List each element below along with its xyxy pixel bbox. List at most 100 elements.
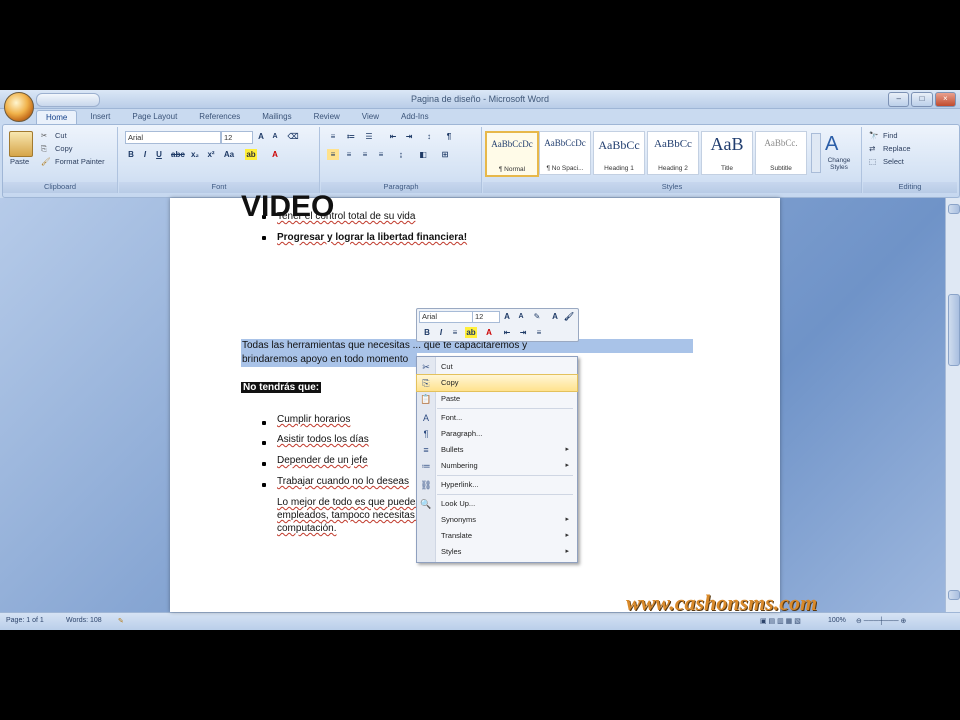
quick-access-toolbar[interactable] [36, 93, 100, 107]
bullets-icon[interactable]: ≡ [327, 131, 339, 142]
zoom-slider[interactable]: ⊖ ───┼─── ⊕ [856, 617, 906, 625]
strikethrough-icon[interactable]: abc [171, 149, 185, 160]
line-spacing-icon[interactable]: ↨ [395, 149, 407, 160]
decrease-indent-icon[interactable]: ⇤ [387, 131, 399, 142]
mini-font-color-icon[interactable]: A [483, 327, 495, 338]
style-heading-2[interactable]: AaBbCc Heading 2 [647, 131, 699, 175]
select-button[interactable]: Select [883, 157, 904, 166]
menu-item-numbering[interactable]: ≔ Numbering ▸ [417, 458, 577, 474]
find-button[interactable]: Find [883, 131, 898, 140]
tab-page-layout[interactable]: Page Layout [123, 110, 186, 123]
minimize-button[interactable]: – [888, 92, 910, 107]
shrink-font-icon[interactable]: A [269, 131, 281, 142]
bullet-item: Asistir todos los días [277, 434, 369, 445]
justify-icon[interactable]: ≡ [375, 149, 387, 160]
scroll-thumb[interactable] [948, 294, 960, 366]
multilevel-list-icon[interactable]: ☰ [363, 131, 375, 142]
tab-view[interactable]: View [353, 110, 388, 123]
mini-bullets-icon[interactable]: ≡ [533, 327, 545, 338]
mini-font-combo[interactable]: Arial [419, 311, 473, 323]
translate-icon [420, 530, 432, 542]
word-count[interactable]: Words: 108 [66, 617, 102, 624]
italic-icon[interactable]: I [139, 149, 151, 160]
tab-add-ins[interactable]: Add-Ins [392, 110, 438, 123]
bold-icon[interactable]: B [125, 149, 137, 160]
replace-button[interactable]: Replace [883, 144, 911, 153]
style-heading-1[interactable]: AaBbCc Heading 1 [593, 131, 645, 175]
menu-item-copy[interactable]: ⎘ Copy [416, 374, 578, 392]
zoom-level[interactable]: 100% [828, 617, 846, 624]
scroll-down-icon[interactable] [948, 590, 960, 600]
style-no-spacing[interactable]: AaBbCcDc ¶ No Spaci... [539, 131, 591, 175]
sort-icon[interactable]: ↕ [423, 131, 435, 142]
menu-item-font[interactable]: A Font... [417, 410, 577, 426]
underline-icon[interactable]: U [153, 149, 165, 160]
mini-format-painter-icon[interactable]: ✎ [531, 311, 543, 322]
clear-format-icon[interactable]: ⌫ [287, 131, 299, 142]
view-buttons[interactable]: ▣ ▤ ▥ ▦ ▧ [760, 617, 801, 625]
mini-increase-indent-icon[interactable]: ⇥ [517, 327, 529, 338]
numbering-icon[interactable]: ≔ [345, 131, 357, 142]
menu-item-label: Numbering [441, 461, 478, 470]
increase-indent-icon[interactable]: ⇥ [403, 131, 415, 142]
style-sample: AaB [710, 134, 744, 154]
font-color-icon[interactable]: A [269, 149, 281, 160]
tab-home[interactable]: Home [36, 110, 78, 124]
style-normal[interactable]: AaBbCcDc ¶ Normal [485, 131, 539, 177]
highlight-color-icon[interactable]: ab [245, 149, 257, 160]
mini-decrease-indent-icon[interactable]: ⇤ [501, 327, 513, 338]
menu-item-bullets[interactable]: ≡ Bullets ▸ [417, 442, 577, 458]
font-size-combo[interactable]: 12 [221, 131, 253, 144]
mini-styles-icon[interactable]: A [549, 311, 561, 322]
cut-button[interactable]: Cut [55, 131, 67, 140]
tab-insert[interactable]: Insert [81, 110, 119, 123]
menu-item-styles[interactable]: Styles ▸ [417, 544, 577, 560]
mini-grow-font-icon[interactable]: A [501, 311, 513, 322]
paste-icon[interactable] [9, 131, 33, 157]
mini-shrink-font-icon[interactable]: A [515, 311, 527, 322]
office-button[interactable] [4, 92, 34, 122]
clipboard-group: Paste ✂ Cut ⎘ Copy 🖌 Format Painter Clip… [3, 127, 118, 193]
maximize-button[interactable]: □ [911, 92, 933, 107]
mini-center-icon[interactable]: ≡ [449, 327, 461, 338]
tab-references[interactable]: References [190, 110, 249, 123]
show-marks-icon[interactable]: ¶ [443, 131, 455, 142]
paste-button[interactable]: Paste [10, 157, 29, 166]
menu-item-synonyms[interactable]: Synonyms ▸ [417, 512, 577, 528]
font-name-combo[interactable]: Arial [125, 131, 221, 144]
align-center-icon[interactable]: ≡ [343, 149, 355, 160]
scroll-up-icon[interactable] [948, 204, 960, 214]
format-painter-button[interactable]: Format Painter [55, 157, 105, 166]
menu-item-hyperlink[interactable]: ⛓ Hyperlink... [417, 477, 577, 493]
menu-item-cut[interactable]: ✂ Cut [417, 359, 577, 375]
align-right-icon[interactable]: ≡ [359, 149, 371, 160]
page-indicator[interactable]: Page: 1 of 1 [6, 617, 44, 624]
menu-item-paste[interactable]: 📋 Paste [417, 391, 577, 407]
subscript-icon[interactable]: x₂ [189, 149, 201, 160]
grow-font-icon[interactable]: A [255, 131, 267, 142]
mini-size-combo[interactable]: 12 [472, 311, 500, 323]
superscript-icon[interactable]: x² [205, 149, 217, 160]
change-case-icon[interactable]: Aa [223, 149, 235, 160]
style-subtitle[interactable]: AaBbCc. Subtitle [755, 131, 807, 175]
shading-icon[interactable]: ◧ [417, 149, 429, 160]
align-left-icon[interactable]: ≡ [327, 149, 339, 160]
copy-button[interactable]: Copy [55, 144, 73, 153]
menu-item-look-up[interactable]: 🔍 Look Up... [417, 496, 577, 512]
styles-scroll[interactable] [811, 133, 821, 173]
change-styles-button[interactable]: Change Styles [821, 157, 857, 171]
mini-italic-icon[interactable]: I [435, 327, 447, 338]
mini-brush-icon[interactable]: 🖌 [563, 311, 575, 322]
menu-item-paragraph[interactable]: ¶ Paragraph... [417, 426, 577, 442]
proofing-icon[interactable]: ✎ [118, 617, 124, 625]
style-title[interactable]: AaB Title [701, 131, 753, 175]
tab-mailings[interactable]: Mailings [253, 110, 300, 123]
bullet-item: Cumplir horarios [277, 414, 351, 425]
mini-bold-icon[interactable]: B [421, 327, 433, 338]
borders-icon[interactable]: ⊞ [439, 149, 451, 160]
close-button[interactable]: × [934, 92, 956, 107]
tab-review[interactable]: Review [305, 110, 349, 123]
menu-item-translate[interactable]: Translate ▸ [417, 528, 577, 544]
vertical-scrollbar[interactable] [945, 198, 960, 612]
mini-highlight-icon[interactable]: ab [465, 327, 477, 338]
